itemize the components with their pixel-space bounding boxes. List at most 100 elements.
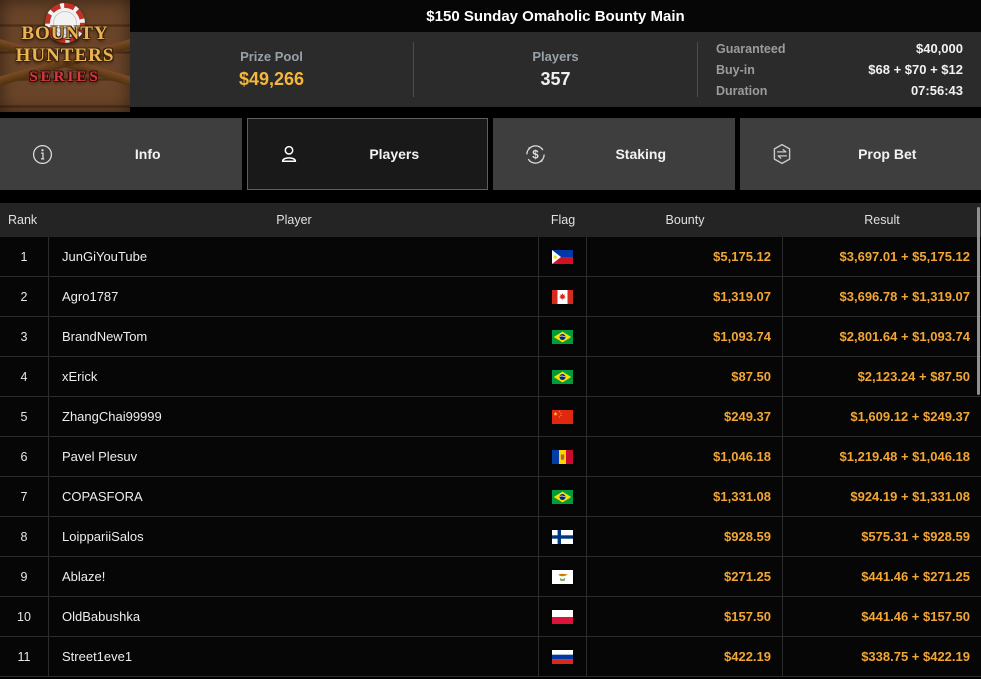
- bounty-hunters-logo: BOUNTY HUNTERS SERIES: [0, 0, 130, 112]
- bounty-value: $1,319.07: [587, 277, 783, 316]
- info-icon: [30, 142, 54, 166]
- players-table: Rank Player Flag Bounty Result 1 JunGiYou…: [0, 203, 981, 677]
- tab-players-label: Players: [369, 146, 420, 162]
- players-block: Players 357: [414, 32, 697, 107]
- flag-cell: [539, 397, 587, 436]
- flag-cell: [539, 317, 587, 356]
- flag-icon-md: [552, 449, 573, 464]
- tab-info-label: Info: [134, 146, 161, 162]
- table-row[interactable]: 4 xErick $87.50 $2,123.24 + $87.50: [0, 357, 981, 397]
- table-row[interactable]: 2 Agro1787 $1,319.07 $3,696.78 + $1,319.07: [0, 277, 981, 317]
- buyin-value: $68 + $70 + $12: [868, 61, 963, 77]
- result-value: $441.46 + $271.25: [861, 569, 970, 584]
- logo-word-hunters: HUNTERS: [15, 45, 115, 66]
- result-value: $3,696.78 + $1,319.07: [839, 289, 970, 304]
- result-value: $924.19 + $1,331.08: [850, 489, 970, 504]
- bounty-value: $1,331.08: [587, 477, 783, 516]
- rank-cell: 5: [0, 397, 49, 436]
- flag-cell: [539, 437, 587, 476]
- bounty-value: $157.50: [587, 597, 783, 636]
- flag-icon-br: [552, 369, 573, 384]
- detail-row-duration: Duration 07:56:43: [716, 82, 963, 100]
- players-label: Players: [532, 49, 579, 64]
- player-name: ZhangChai99999: [49, 397, 539, 436]
- table-row[interactable]: 8 LoippariiSalos $928.59 $575.31 + $928.59: [0, 517, 981, 557]
- flag-cell: [539, 237, 587, 276]
- player-name: Agro1787: [49, 277, 539, 316]
- result-value: $1,609.12 + $249.37: [850, 409, 970, 424]
- bounty-value: $1,093.74: [587, 317, 783, 356]
- rank-cell: 6: [0, 437, 49, 476]
- detail-row-guaranteed: Guaranteed $40,000: [716, 40, 963, 58]
- rank-cell: 7: [0, 477, 49, 516]
- table-header: Rank Player Flag Bounty Result: [0, 203, 981, 237]
- dollar-circle-icon: $: [523, 142, 547, 166]
- flag-cell: [539, 557, 587, 596]
- prize-pool-block: Prize Pool $49,266: [130, 32, 413, 107]
- flag-icon-cy: [552, 569, 573, 584]
- player-name: Street1eve1: [49, 637, 539, 676]
- tab-propbet[interactable]: Prop Bet: [739, 118, 981, 190]
- person-icon: [277, 142, 301, 166]
- logo-text: BOUNTY HUNTERS SERIES: [0, 23, 130, 88]
- result-value: $441.46 + $157.50: [861, 609, 970, 624]
- prize-pool-label: Prize Pool: [240, 49, 303, 64]
- table-row[interactable]: 9 Ablaze! $271.25 $441.46 + $271.25: [0, 557, 981, 597]
- rank-cell: 10: [0, 597, 49, 636]
- buyin-label: Buy-in: [716, 62, 755, 77]
- rank-cell: 2: [0, 277, 49, 316]
- title-bar: $150 Sunday Omaholic Bounty Main: [0, 0, 981, 32]
- flag-icon-cn: [552, 409, 573, 424]
- result-value: $2,123.24 + $87.50: [857, 369, 970, 384]
- player-name: Ablaze!: [49, 557, 539, 596]
- flag-icon-ph: [552, 249, 573, 264]
- table-row[interactable]: 6 Pavel Plesuv $1,046.18 $1,219.48 + $1,046…: [0, 437, 981, 477]
- flag-cell: [539, 637, 587, 676]
- column-header-result: Result: [864, 213, 900, 227]
- detail-row-buyin: Buy-in $68 + $70 + $12: [716, 61, 963, 79]
- player-name: OldBabushka: [49, 597, 539, 636]
- logo-word-series: SERIES: [29, 69, 101, 85]
- tournament-details: Guaranteed $40,000 Buy-in $68 + $70 + $1…: [698, 32, 981, 107]
- flag-cell: [539, 277, 587, 316]
- flag-cell: [539, 357, 587, 396]
- tab-staking[interactable]: $ Staking: [493, 118, 735, 190]
- bounty-value: $271.25: [587, 557, 783, 596]
- rank-cell: 1: [0, 237, 49, 276]
- flag-cell: [539, 477, 587, 516]
- bounty-value: $928.59: [587, 517, 783, 556]
- tab-players[interactable]: Players: [246, 118, 488, 190]
- bounty-value: $1,046.18: [587, 437, 783, 476]
- player-name: COPASFORA: [49, 477, 539, 516]
- table-row[interactable]: 5 ZhangChai99999 $249.37 $1,609.12 + $249.3…: [0, 397, 981, 437]
- result-value: $1,219.48 + $1,046.18: [839, 449, 970, 464]
- table-row[interactable]: 1 JunGiYouTube $5,175.12 $3,697.01 + $5,175…: [0, 237, 981, 277]
- duration-value: 07:56:43: [910, 82, 963, 98]
- guaranteed-label: Guaranteed: [716, 41, 786, 56]
- flag-icon-br: [552, 329, 573, 344]
- flag-cell: [539, 597, 587, 636]
- stats-panel: Prize Pool $49,266 Players 357 Guarantee…: [130, 32, 981, 107]
- guaranteed-value: $40,000: [916, 40, 963, 56]
- flag-icon-br: [552, 489, 573, 504]
- tab-propbet-label: Prop Bet: [858, 146, 917, 162]
- flag-icon-ca: [552, 289, 573, 304]
- rank-cell: 4: [0, 357, 49, 396]
- column-header-player: Player: [276, 213, 312, 227]
- rank-cell: 3: [0, 317, 49, 356]
- prize-pool-value: $49,266: [238, 69, 305, 89]
- tab-info[interactable]: Info: [0, 118, 242, 190]
- flag-icon-pl: [552, 609, 573, 624]
- tournament-window: $150 Sunday Omaholic Bounty Main BOUNTY …: [0, 0, 981, 679]
- result-value: $3,697.01 + $5,175.12: [839, 249, 970, 264]
- column-header-flag: Flag: [550, 213, 576, 227]
- table-row[interactable]: 3 BrandNewTom $1,093.74 $2,801.64 + $1,093.…: [0, 317, 981, 357]
- tab-staking-label: Staking: [615, 146, 667, 162]
- rank-cell: 11: [0, 637, 49, 676]
- table-scrollbar-thumb[interactable]: [977, 207, 980, 395]
- flag-cell: [539, 517, 587, 556]
- table-row[interactable]: 10 OldBabushka $157.50 $441.46 + $157.50: [0, 597, 981, 637]
- table-row[interactable]: 11 Street1eve1 $422.19 $338.75 + $422.19: [0, 637, 981, 677]
- logo-word-bounty: BOUNTY: [21, 23, 109, 44]
- table-row[interactable]: 7 COPASFORA $1,331.08 $924.19 + $1,331.08: [0, 477, 981, 517]
